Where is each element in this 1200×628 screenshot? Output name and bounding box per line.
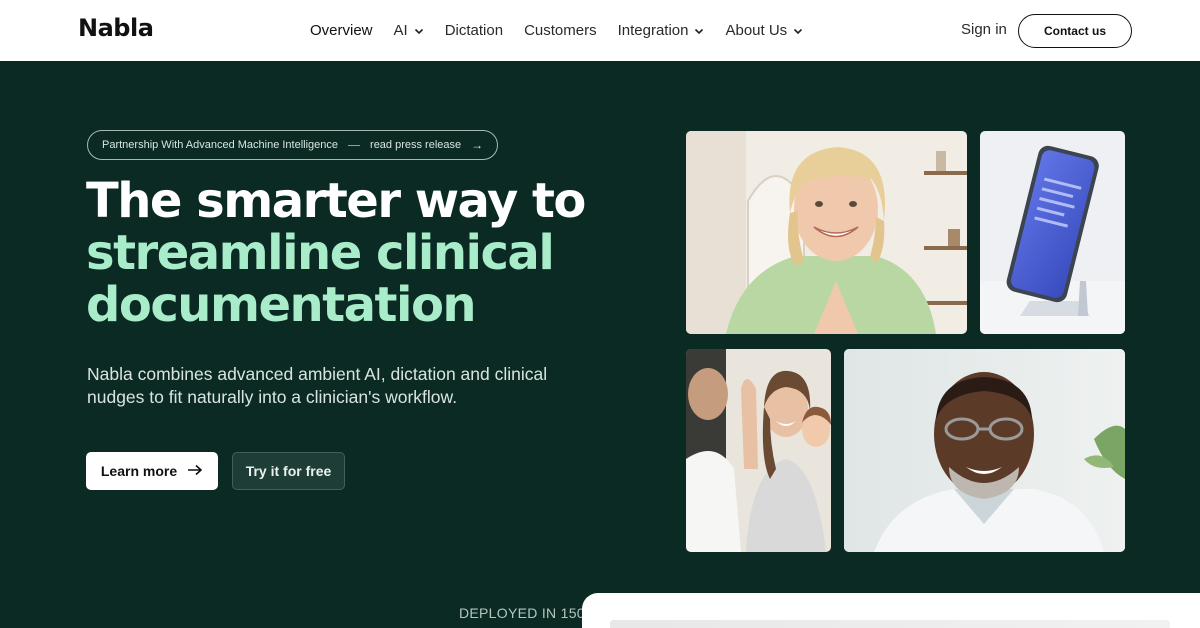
headline-accent-line-2: streamline clinical [86, 225, 555, 281]
nav-item-ai[interactable]: AI [394, 22, 424, 39]
hero-subtext: Nabla combines advanced ambient AI, dict… [87, 364, 548, 407]
photo-family-high-five [686, 349, 831, 552]
try-for-free-button[interactable]: Try it for free [232, 452, 345, 490]
announcement-text: Partnership With Advanced Machine Intell… [102, 139, 339, 151]
hero-headline: The smarter way to streamline clinical d… [86, 175, 606, 331]
chevron-down-icon [694, 26, 704, 36]
chevron-down-icon [793, 26, 803, 36]
separator-dash [348, 144, 361, 146]
nav-item-overview[interactable]: Overview [310, 22, 373, 39]
sign-in-link[interactable]: Sign in [961, 21, 1007, 38]
chevron-down-icon [414, 26, 424, 36]
nav-item-integration[interactable]: Integration [618, 22, 705, 39]
top-navigation-bar: Nabla Overview AI Dictation Customers In… [0, 0, 1200, 61]
contact-us-button[interactable]: Contact us [1018, 14, 1132, 48]
nav-item-label: Integration [617, 22, 689, 39]
photo-smiling-doctor [844, 349, 1125, 552]
photo-smiling-woman [686, 131, 967, 334]
nav-item-label: AI [393, 22, 408, 39]
bottom-white-card [582, 593, 1200, 628]
learn-more-button[interactable]: Learn more [86, 452, 218, 490]
main-nav: Overview AI Dictation Customers Integrat… [310, 0, 803, 61]
arrow-right-icon: → [471, 138, 484, 152]
deployed-count-text: DEPLOYED IN 150+ [459, 605, 594, 621]
announcement-pill[interactable]: Partnership With Advanced Machine Intell… [87, 130, 498, 160]
nav-item-label: Overview [310, 22, 373, 39]
headline-accent-line-3: documentation [86, 277, 477, 333]
photo-phone-on-stand [980, 131, 1125, 334]
nav-item-label: Dictation [444, 22, 504, 39]
cropped-text-line [610, 620, 1170, 628]
arrow-right-icon [187, 463, 203, 479]
nav-item-label: Customers [524, 22, 597, 39]
learn-more-label: Learn more [100, 463, 178, 479]
nav-item-dictation[interactable]: Dictation [445, 22, 503, 39]
nav-item-about-us[interactable]: About Us [725, 22, 803, 39]
nav-item-label: About Us [725, 22, 788, 39]
nabla-logo[interactable]: Nabla [78, 14, 154, 42]
press-release-link[interactable]: read press release [370, 139, 461, 151]
headline-line-1: The smarter way to [86, 173, 586, 229]
nav-item-customers[interactable]: Customers [524, 22, 597, 39]
